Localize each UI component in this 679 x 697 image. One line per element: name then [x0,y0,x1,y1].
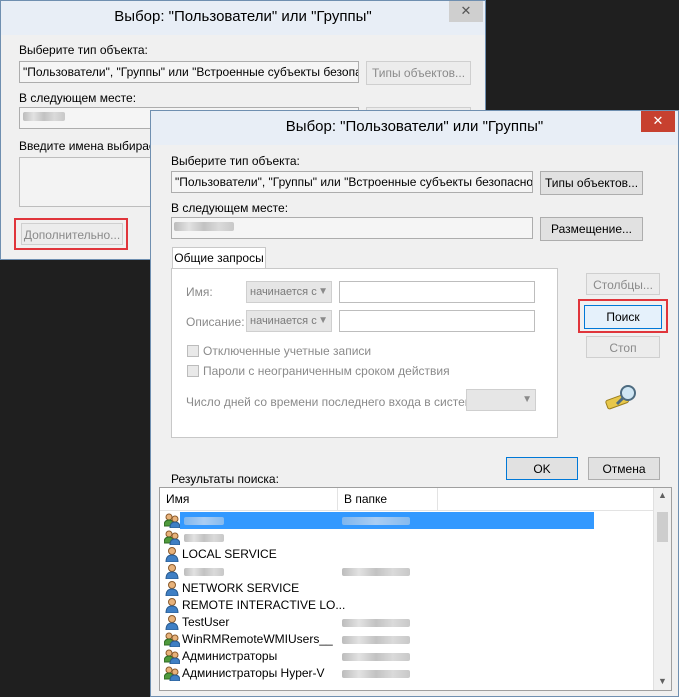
highlight-search-button [578,299,668,333]
description-mode-value: начинается с [250,315,317,327]
row-name: Администраторы Hyper-V [182,666,325,680]
back-names-textarea[interactable] [19,157,159,207]
object-type-field: "Пользователи", "Группы" или "Встроенные… [171,171,533,193]
front-dialog-title: Выбор: "Пользователи" или "Группы" [285,118,544,135]
back-location-label: В следующем месте: [19,91,137,105]
row-name: REMOTE INTERACTIVE LO... [182,598,346,612]
non-expiring-label: Пароли с неограниченным сроком действия [203,364,450,378]
redacted-folder [342,619,410,627]
group-icon [163,530,181,546]
non-expiring-checkbox[interactable] [187,365,199,377]
back-dialog-titlebar[interactable]: Выбор: "Пользователи" или "Группы" ✕ [1,1,485,35]
user-icon [164,564,180,580]
group-icon [163,666,181,682]
days-since-login-label: Число дней со времени последнего входа в… [186,395,483,409]
scroll-thumb[interactable] [657,512,668,542]
redacted-folder [342,670,410,678]
row-name: WinRMRemoteWMIUsers__ [182,632,333,646]
redacted-name [184,568,224,576]
results-header: Имя В папке [160,488,653,511]
location-redacted [174,222,234,231]
table-row[interactable] [162,512,651,529]
days-since-login-combo[interactable]: ▼ [466,389,536,411]
ok-button[interactable]: OK [506,457,578,480]
highlight-advanced-button [14,218,128,250]
row-name: TestUser [182,615,230,629]
redacted-name [184,534,224,542]
common-queries-panel: Имя: начинается с ▼ Описание: начинается… [171,268,558,438]
back-object-type-label: Выберите тип объекта: [19,43,148,57]
back-location-redacted [23,112,65,121]
results-scrollbar[interactable]: ▲ ▼ [653,488,671,690]
table-row[interactable]: Администраторы Hyper-V [162,665,651,682]
redacted-folder [342,636,410,644]
user-icon [164,581,180,597]
name-mode-combo[interactable]: начинается с ▼ [246,281,332,303]
disabled-accounts-checkbox[interactable] [187,345,199,357]
group-icon [163,649,181,665]
back-dialog-title: Выбор: "Пользователи" или "Группы" [114,8,372,25]
cancel-button[interactable]: Отмена [588,457,660,480]
name-mode-value: начинается с [250,286,317,298]
table-row[interactable] [162,529,651,546]
redacted-folder [342,568,410,576]
name-label: Имя: [186,285,213,299]
table-row[interactable]: Администраторы [162,648,651,665]
front-dialog-titlebar[interactable]: Выбор: "Пользователи" или "Группы" ✕ [151,111,678,145]
object-types-button[interactable]: Типы объектов... [540,171,643,195]
front-close-button[interactable]: ✕ [641,111,675,132]
tab-common-queries[interactable]: Общие запросы [172,247,266,269]
name-input[interactable] [339,281,535,303]
group-icon [163,632,181,648]
scroll-up-icon[interactable]: ▲ [654,490,671,500]
group-icon [163,513,181,529]
user-icon [164,615,180,631]
stop-button[interactable]: Стоп [586,336,660,358]
redacted-folder [342,517,410,525]
back-enter-names-label: Введите имена выбираем [19,139,164,153]
table-row[interactable] [162,563,651,580]
search-magnifier-icon [605,385,636,410]
table-row[interactable]: REMOTE INTERACTIVE LO... [162,597,651,614]
description-label: Описание: [186,315,245,329]
redacted-name [184,517,224,525]
column-header-name[interactable]: Имя [160,488,338,510]
back-close-button[interactable]: ✕ [449,1,483,22]
object-type-label: Выберите тип объекта: [171,154,300,168]
location-label: В следующем месте: [171,201,289,215]
table-row[interactable]: LOCAL SERVICE [162,546,651,563]
user-icon [164,547,180,563]
user-icon [164,598,180,614]
table-row[interactable]: NETWORK SERVICE [162,580,651,597]
back-object-types-button[interactable]: Типы объектов... [366,61,471,85]
description-input[interactable] [339,310,535,332]
table-row[interactable]: TestUser [162,614,651,631]
columns-button[interactable]: Столбцы... [586,273,660,295]
results-label: Результаты поиска: [171,472,279,486]
location-button[interactable]: Размещение... [540,217,643,241]
results-list[interactable]: Имя В папке LOCAL SERVICE NETWORK SERVICE… [159,487,672,691]
chevron-down-icon: ▼ [318,286,328,297]
description-mode-combo[interactable]: начинается с ▼ [246,310,332,332]
back-object-type-field: "Пользователи", "Группы" или "Встроенные… [19,61,359,83]
chevron-down-icon: ▼ [522,394,532,405]
row-name: LOCAL SERVICE [182,547,277,561]
row-name: NETWORK SERVICE [182,581,300,595]
table-row[interactable]: WinRMRemoteWMIUsers__ [162,631,651,648]
disabled-accounts-label: Отключенные учетные записи [203,344,372,358]
scroll-down-icon[interactable]: ▼ [654,676,671,686]
front-dialog: Выбор: "Пользователи" или "Группы" ✕ Выб… [150,110,679,697]
column-header-folder[interactable]: В папке [338,488,438,510]
chevron-down-icon: ▼ [318,315,328,326]
redacted-folder [342,653,410,661]
row-name: Администраторы [182,649,278,663]
